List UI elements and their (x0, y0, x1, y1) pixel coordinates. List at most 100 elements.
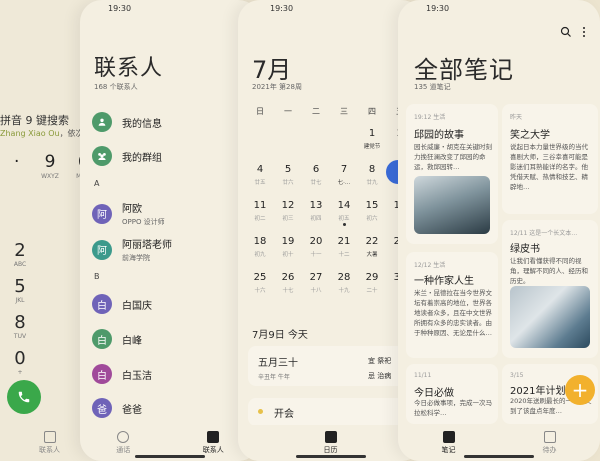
contact-row[interactable]: 白 白国庆 (92, 294, 152, 314)
calendar-day[interactable]: 6 廿七 (302, 164, 330, 194)
day-number: 7 (340, 164, 348, 175)
event-card[interactable]: 开会 (248, 398, 423, 426)
my-info-row[interactable]: 我的信息 (92, 112, 162, 132)
avatar: 白 (92, 364, 112, 384)
calendar-day[interactable]: 4 廿五 (246, 164, 274, 194)
lunar-label: 二十 (366, 288, 378, 294)
calendar-day[interactable]: 18 初九 (246, 236, 274, 266)
calendar-day[interactable]: 1 建党节 (358, 128, 386, 158)
contact-row[interactable]: 爸 爸爸 (92, 398, 142, 418)
calendar-icon (324, 431, 337, 443)
note-card[interactable]: 12/12 生活 一种作家人生 米兰・昆德拉在当今世界文坛有着崇高的地位，世界各… (406, 252, 498, 358)
weekday-label: 四 (368, 107, 376, 116)
lunar-label: 初九 (254, 252, 266, 258)
dialer-key[interactable]: 0 + (0, 348, 40, 376)
day-number: 11 (253, 200, 267, 211)
day-number: 8 (368, 164, 376, 175)
almanac-card[interactable]: 五月三十 辛丑年 牛年 宜 祭祀 忌 治病 (248, 346, 423, 386)
calendar-day[interactable]: 8 廿九 (358, 164, 386, 194)
lunar-label: 十二 (338, 252, 350, 258)
calendar-day[interactable]: 20 十一 (302, 236, 330, 266)
almanac-ji: 忌 治病 (368, 372, 392, 380)
calendar-day[interactable]: 12 初三 (274, 200, 302, 230)
dialer-key[interactable]: · (0, 152, 33, 180)
home-indicator (295, 455, 366, 458)
nav-notes[interactable]: 笔记 (442, 431, 456, 455)
event-dot (258, 409, 263, 414)
calendar-day[interactable]: 25 十六 (246, 272, 274, 302)
dialer-search-hint: 拼音 9 键搜索 (0, 114, 69, 127)
note-icon (442, 431, 455, 443)
home-indicator (464, 455, 534, 458)
contacts-panel: 19:30 联系人 168 个联系人 我的信息 我的群组 A 阿 阿欧 OPPO … (80, 0, 260, 461)
avatar: 白 (92, 294, 112, 314)
calendar-day[interactable]: 29 二十 (358, 272, 386, 302)
calendar-day[interactable]: 21 十二 (330, 236, 358, 266)
calendar-day[interactable]: 27 十八 (302, 272, 330, 302)
phone-icon (18, 391, 30, 403)
weekday-label: 三 (340, 107, 348, 116)
add-note-button[interactable]: + (565, 375, 595, 405)
calendar-day[interactable]: 26 十七 (274, 272, 302, 302)
more-icon[interactable] (582, 26, 586, 38)
day-number: 19 (281, 236, 295, 247)
lunar-label: 初十 (282, 252, 294, 258)
dialer-key[interactable]: 5 JKL (0, 276, 40, 304)
event-title: 开会 (274, 409, 294, 420)
call-button[interactable] (7, 380, 41, 414)
avatar: 爸 (92, 398, 112, 418)
contact-count: 168 个联系人 (94, 83, 138, 91)
day-number: 6 (312, 164, 320, 175)
calendar-day[interactable]: 13 初四 (302, 200, 330, 230)
note-card[interactable]: 11/11 今日必做 今日必做事项，完成一次马拉松科学… (406, 364, 498, 424)
calendar-day[interactable]: 15 初六 (358, 200, 386, 230)
lunar-label: 初五 (338, 216, 350, 222)
calendar-grid: 1建党节24廿五5廿六6廿七7七·…8廿九911初二12初三13初四14初五15… (246, 128, 414, 302)
nav-calendar[interactable]: 日历 (324, 431, 338, 455)
nav-contacts[interactable]: 联系人 (203, 431, 224, 455)
calendar-day[interactable]: 28 十九 (330, 272, 358, 302)
notes-toolbar (560, 26, 586, 38)
dialer-key[interactable]: 9 WXYZ (33, 152, 66, 180)
contact-row[interactable]: 白 白峰 (92, 329, 142, 349)
calendar-day[interactable]: 11 初二 (246, 200, 274, 230)
my-groups-row[interactable]: 我的群组 (92, 146, 162, 166)
day-number: 18 (253, 236, 267, 247)
search-icon[interactable] (560, 26, 572, 38)
lunar-label: 七·… (337, 180, 351, 186)
calendar-day[interactable]: 5 廿六 (274, 164, 302, 194)
contact-row[interactable]: 阿 阿丽塔老师 前海学院 (92, 236, 172, 263)
calendar-empty (302, 128, 330, 158)
lunar-label: 廿九 (366, 180, 378, 186)
weekday-label: 日 (256, 107, 264, 116)
calendar-day[interactable]: 7 七·… (330, 164, 358, 194)
day-number: 27 (309, 272, 323, 283)
calendar-day[interactable]: 22 大暑 (358, 236, 386, 266)
dialer-key[interactable]: 2 ABC (0, 240, 40, 268)
lunar-label: 十一 (310, 252, 322, 258)
note-card[interactable]: 昨天 笑之大学 说起日本力量世界级的当代喜剧大师，三谷幸喜可能是影迷们耳熟能详的… (502, 104, 598, 214)
nav-contacts[interactable]: 联系人 (39, 431, 60, 455)
selected-date: 7月9日 今天 (252, 330, 308, 341)
note-image (510, 286, 590, 348)
person-icon (92, 112, 112, 132)
nav-todo[interactable]: 待办 (543, 431, 557, 455)
group-icon (92, 146, 112, 166)
status-time: 19:30 (270, 4, 294, 13)
note-card[interactable]: 19:12 生活 邱园的故事 园长威廉・胡克在关键时刻力挽狂澜改变了邱园的命运，… (406, 104, 498, 244)
almanac-yi: 宜 祭祀 (368, 357, 392, 365)
avatar: 白 (92, 329, 112, 349)
calendar-day[interactable]: 19 初十 (274, 236, 302, 266)
lunar-label: 大暑 (366, 252, 378, 258)
nav-calls[interactable]: 通话 (116, 431, 130, 455)
lunar-label: 廿六 (282, 180, 294, 186)
lunar-date: 五月三十 (258, 358, 298, 369)
contact-row[interactable]: 阿 阿欧 OPPO 设计师 (92, 200, 165, 227)
dialer-key[interactable]: 8 TUV (0, 312, 40, 340)
day-number: 25 (253, 272, 267, 283)
day-number: 22 (365, 236, 379, 247)
contact-row[interactable]: 白 白玉洁 (92, 364, 152, 384)
page-title: 联系人 (94, 56, 164, 81)
calendar-day[interactable]: 14 初五 (330, 200, 358, 230)
note-card[interactable]: 12/11 这是一个长文本… 绿皮书 让我们看懂获得不同的视角，理解不同的人、经… (502, 220, 598, 358)
